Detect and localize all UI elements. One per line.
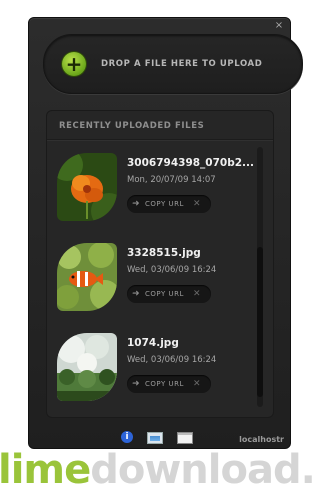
file-date: Wed, 03/06/09 16:24 (127, 355, 217, 365)
watermark-text: limedownload.com (0, 451, 316, 493)
copy-url-label: COPY URL (145, 380, 184, 388)
file-thumbnail[interactable] (57, 243, 117, 311)
recent-files-header: RECENTLY UPLOADED FILES (47, 111, 273, 140)
plus-icon[interactable]: + (62, 52, 86, 76)
copy-url-button[interactable]: ➜ COPY URL ✕ (127, 375, 211, 393)
file-item[interactable]: 1074.jpg Wed, 03/06/09 16:24 ➜ COPY URL … (57, 333, 252, 411)
scrollbar[interactable] (257, 147, 263, 407)
file-item[interactable]: 3328515.jpg Wed, 03/06/09 16:24 ➜ COPY U… (57, 243, 252, 321)
recent-files-title: RECENTLY UPLOADED FILES (59, 121, 205, 131)
arrow-right-icon: ➜ (132, 379, 140, 389)
copy-url-label: COPY URL (145, 290, 184, 298)
delete-icon[interactable]: ✕ (193, 378, 201, 390)
copy-url-button[interactable]: ➜ COPY URL ✕ (127, 285, 211, 303)
copy-url-button[interactable]: ➜ COPY URL ✕ (127, 195, 211, 213)
file-thumbnail[interactable] (57, 333, 117, 401)
file-item[interactable]: 3006794398_070b2... Mon, 20/07/09 14:07 … (57, 153, 255, 231)
drop-zone[interactable]: + DROP A FILE HERE TO UPLOAD (43, 34, 303, 94)
drop-zone-label: DROP A FILE HERE TO UPLOAD (101, 59, 263, 69)
file-date: Mon, 20/07/09 14:07 (127, 175, 216, 185)
arrow-right-icon: ➜ (132, 199, 140, 209)
copy-url-label: COPY URL (145, 200, 184, 208)
scrollbar-thumb[interactable] (257, 247, 263, 397)
watermark: limedownload.com (0, 451, 316, 502)
file-name: 3006794398_070b2... (127, 157, 255, 169)
close-icon[interactable]: × (274, 21, 284, 31)
arrow-right-icon: ➜ (132, 289, 140, 299)
file-date: Wed, 03/06/09 16:24 (127, 265, 217, 275)
image-icon[interactable] (147, 432, 163, 444)
file-name: 1074.jpg (127, 337, 179, 349)
info-icon[interactable]: i (121, 431, 133, 443)
recent-files-box: RECENTLY UPLOADED FILES 3006794398_070b2… (46, 110, 274, 418)
brand-label: localhostr (239, 435, 284, 444)
file-thumbnail[interactable] (57, 153, 117, 221)
delete-icon[interactable]: ✕ (193, 288, 201, 300)
delete-icon[interactable]: ✕ (193, 198, 201, 210)
uploader-panel: × + DROP A FILE HERE TO UPLOAD RECENTLY … (28, 17, 303, 449)
window-icon[interactable] (177, 432, 193, 444)
file-name: 3328515.jpg (127, 247, 201, 259)
